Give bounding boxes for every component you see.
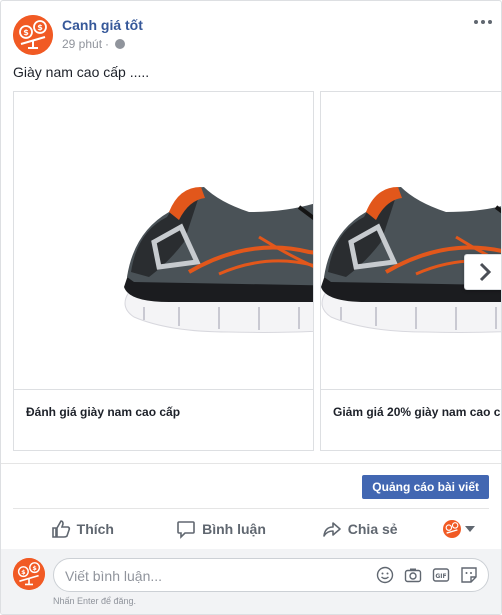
- comment-label: Bình luận: [202, 521, 266, 537]
- share-label: Chia sẻ: [347, 521, 398, 537]
- post-meta: 29 phút ·: [62, 37, 126, 51]
- action-bar: Thích Bình luận Chia sẻ: [13, 513, 489, 545]
- svg-text:$: $: [23, 28, 29, 37]
- post-card: $ $ Canh giá tốt 29 phút · Giày nam cao …: [0, 0, 502, 615]
- svg-text:$: $: [32, 564, 37, 572]
- scale-logo-icon: $ $: [13, 15, 53, 55]
- globe-icon[interactable]: [115, 39, 126, 49]
- post-text: Giày nam cao cấp .....: [13, 64, 150, 80]
- comment-section: $ $ Viết bình luận... GIF Nhấn Enter để …: [1, 549, 501, 614]
- camera-icon[interactable]: [404, 566, 422, 584]
- page-avatar[interactable]: $ $: [13, 15, 53, 55]
- svg-text:$: $: [21, 568, 26, 576]
- running-shoe-image: [321, 92, 502, 390]
- shoe-image[interactable]: [321, 92, 502, 390]
- carousel: Đánh giá giày nam cao cấp Giảm giá 20% g…: [13, 91, 502, 453]
- share-button[interactable]: Chia sẻ: [290, 513, 429, 545]
- sticker-icon[interactable]: [460, 566, 478, 584]
- enter-hint: Nhấn Enter để đăng.: [53, 596, 137, 606]
- scale-logo-icon: $ $: [13, 558, 45, 590]
- like-label: Thích: [76, 521, 114, 537]
- svg-text:$: $: [37, 23, 43, 32]
- post-header: $ $ Canh giá tốt 29 phút ·: [13, 13, 492, 57]
- carousel-next-button[interactable]: [464, 254, 501, 290]
- share-arrow-icon: [322, 522, 341, 537]
- gif-icon[interactable]: GIF: [432, 566, 450, 584]
- page-name-link[interactable]: Canh giá tốt: [62, 17, 143, 33]
- comment-tools: GIF: [376, 566, 478, 584]
- divider: [1, 463, 501, 464]
- thumbs-up-icon: [51, 520, 70, 538]
- divider: [13, 508, 489, 509]
- speech-bubble-icon: [177, 521, 195, 539]
- chevron-right-icon: [479, 262, 491, 282]
- post-timestamp[interactable]: 29 phút: [62, 37, 102, 51]
- comment-placeholder: Viết bình luận...: [65, 568, 163, 584]
- scale-logo-icon: [443, 520, 462, 538]
- meta-separator: ·: [105, 37, 110, 51]
- boost-post-button[interactable]: Quảng cáo bài viết: [362, 475, 489, 499]
- like-button[interactable]: Thích: [13, 513, 152, 545]
- shoe-image[interactable]: [14, 92, 313, 390]
- commenter-avatar[interactable]: $ $: [13, 558, 45, 590]
- comment-button[interactable]: Bình luận: [152, 513, 291, 545]
- card-caption[interactable]: Giảm giá 20% giày nam cao c: [333, 405, 500, 419]
- card-caption[interactable]: Đánh giá giày nam cao cấp: [26, 405, 180, 419]
- more-options-icon[interactable]: [473, 15, 493, 29]
- running-shoe-image: [14, 92, 313, 390]
- page-identity-selector[interactable]: [429, 520, 489, 538]
- emoji-icon[interactable]: [376, 566, 394, 584]
- caret-down-icon: [465, 526, 476, 532]
- comment-input[interactable]: Viết bình luận... GIF: [53, 558, 489, 592]
- svg-text:GIF: GIF: [435, 573, 446, 580]
- carousel-card[interactable]: Đánh giá giày nam cao cấp: [13, 91, 314, 451]
